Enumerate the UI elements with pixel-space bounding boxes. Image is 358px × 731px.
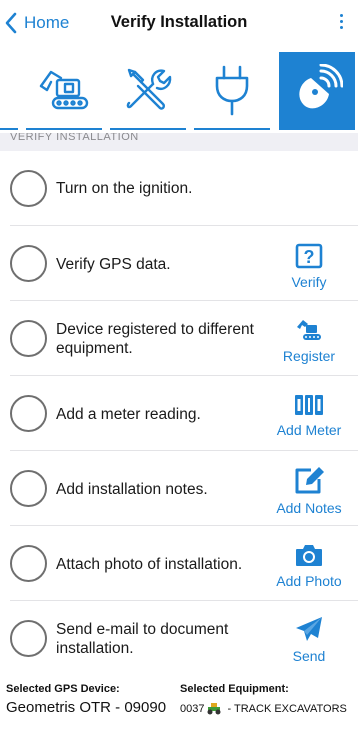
list-item-send-email[interactable]: Send e-mail to document installation. Se… — [0, 601, 358, 676]
step-text: Add a meter reading. — [56, 406, 201, 423]
register-label: Register — [282, 348, 336, 364]
step-checkbox[interactable] — [10, 620, 47, 657]
add-notes-button[interactable]: Add Notes — [264, 465, 354, 516]
list-item-device-registered[interactable]: Device registered to different equipment… — [0, 301, 358, 376]
send-label: Send — [292, 648, 326, 664]
more-options-icon[interactable] — [338, 14, 344, 32]
equipment-value: 0037 - TRACK EXCAVATORS — [180, 702, 347, 715]
step-checkbox[interactable] — [10, 170, 47, 207]
list-item-ignition[interactable]: Turn on the ignition. — [0, 151, 358, 226]
excavator-icon — [297, 320, 321, 340]
tools-icon — [126, 68, 172, 110]
add-meter-label: Add Meter — [276, 422, 342, 438]
edit-note-icon — [295, 467, 324, 494]
tab-power[interactable] — [194, 52, 270, 130]
list-item-meter[interactable]: Add a meter reading. Add Meter — [0, 376, 358, 451]
navigation-bar: Home Verify Installation — [0, 0, 358, 46]
step-text: Device registered to different equipment… — [56, 321, 254, 357]
equipment-id: 0037 — [180, 702, 205, 715]
step-text: Add installation notes. — [56, 481, 208, 498]
question-box-icon: ? — [295, 243, 323, 269]
equipment-name: - TRACK EXCAVATORS — [227, 702, 347, 715]
step-text: Attach photo of installation. — [56, 556, 243, 573]
list-item-photo[interactable]: Attach photo of installation. Add Photo — [0, 526, 358, 601]
tractor-icon — [207, 703, 221, 715]
camera-icon — [296, 545, 322, 566]
list-item-notes[interactable]: Add installation notes. Add Notes — [0, 451, 358, 526]
add-photo-label: Add Photo — [276, 573, 342, 589]
step-checkbox[interactable] — [10, 395, 47, 432]
gps-device-value: Geometris OTR - 09090 — [6, 699, 167, 716]
send-button[interactable]: Send — [264, 615, 354, 664]
step-text: Send e-mail to document installation. — [56, 621, 229, 657]
step-checkbox[interactable] — [10, 470, 47, 507]
step-checkbox[interactable] — [10, 545, 47, 582]
satellite-dish-icon — [299, 64, 343, 109]
svg-text:?: ? — [304, 247, 315, 267]
step-checkbox[interactable] — [10, 245, 47, 282]
tab-partial[interactable] — [0, 52, 18, 130]
gps-device-label: Selected GPS Device: — [6, 683, 120, 695]
meter-counter-icon — [295, 395, 323, 415]
section-header-label: VERIFY INSTALLATION — [10, 133, 139, 143]
tab-gps[interactable] — [279, 52, 355, 130]
tab-tools[interactable] — [110, 52, 186, 130]
send-icon — [296, 617, 322, 641]
verify-button[interactable]: ? Verify — [264, 243, 354, 290]
add-notes-label: Add Notes — [276, 500, 342, 516]
excavator-icon — [39, 70, 89, 110]
section-header: VERIFY INSTALLATION — [0, 133, 358, 151]
step-text: Verify GPS data. — [56, 256, 171, 273]
power-plug-icon — [215, 65, 249, 116]
equipment-label: Selected Equipment: — [180, 683, 289, 695]
tab-equipment[interactable] — [26, 52, 102, 130]
selection-footer: Selected GPS Device: Selected Equipment:… — [0, 680, 358, 731]
list-item-verify-gps[interactable]: Verify GPS data. ? Verify — [0, 226, 358, 301]
register-button[interactable]: Register — [264, 317, 354, 364]
page-title: Verify Installation — [110, 13, 248, 31]
step-text: Turn on the ignition. — [56, 180, 193, 197]
verify-label: Verify — [291, 274, 327, 290]
step-tab-bar — [0, 52, 358, 132]
add-meter-button[interactable]: Add Meter — [264, 393, 354, 438]
step-checkbox[interactable] — [10, 320, 47, 357]
add-photo-button[interactable]: Add Photo — [264, 542, 354, 589]
